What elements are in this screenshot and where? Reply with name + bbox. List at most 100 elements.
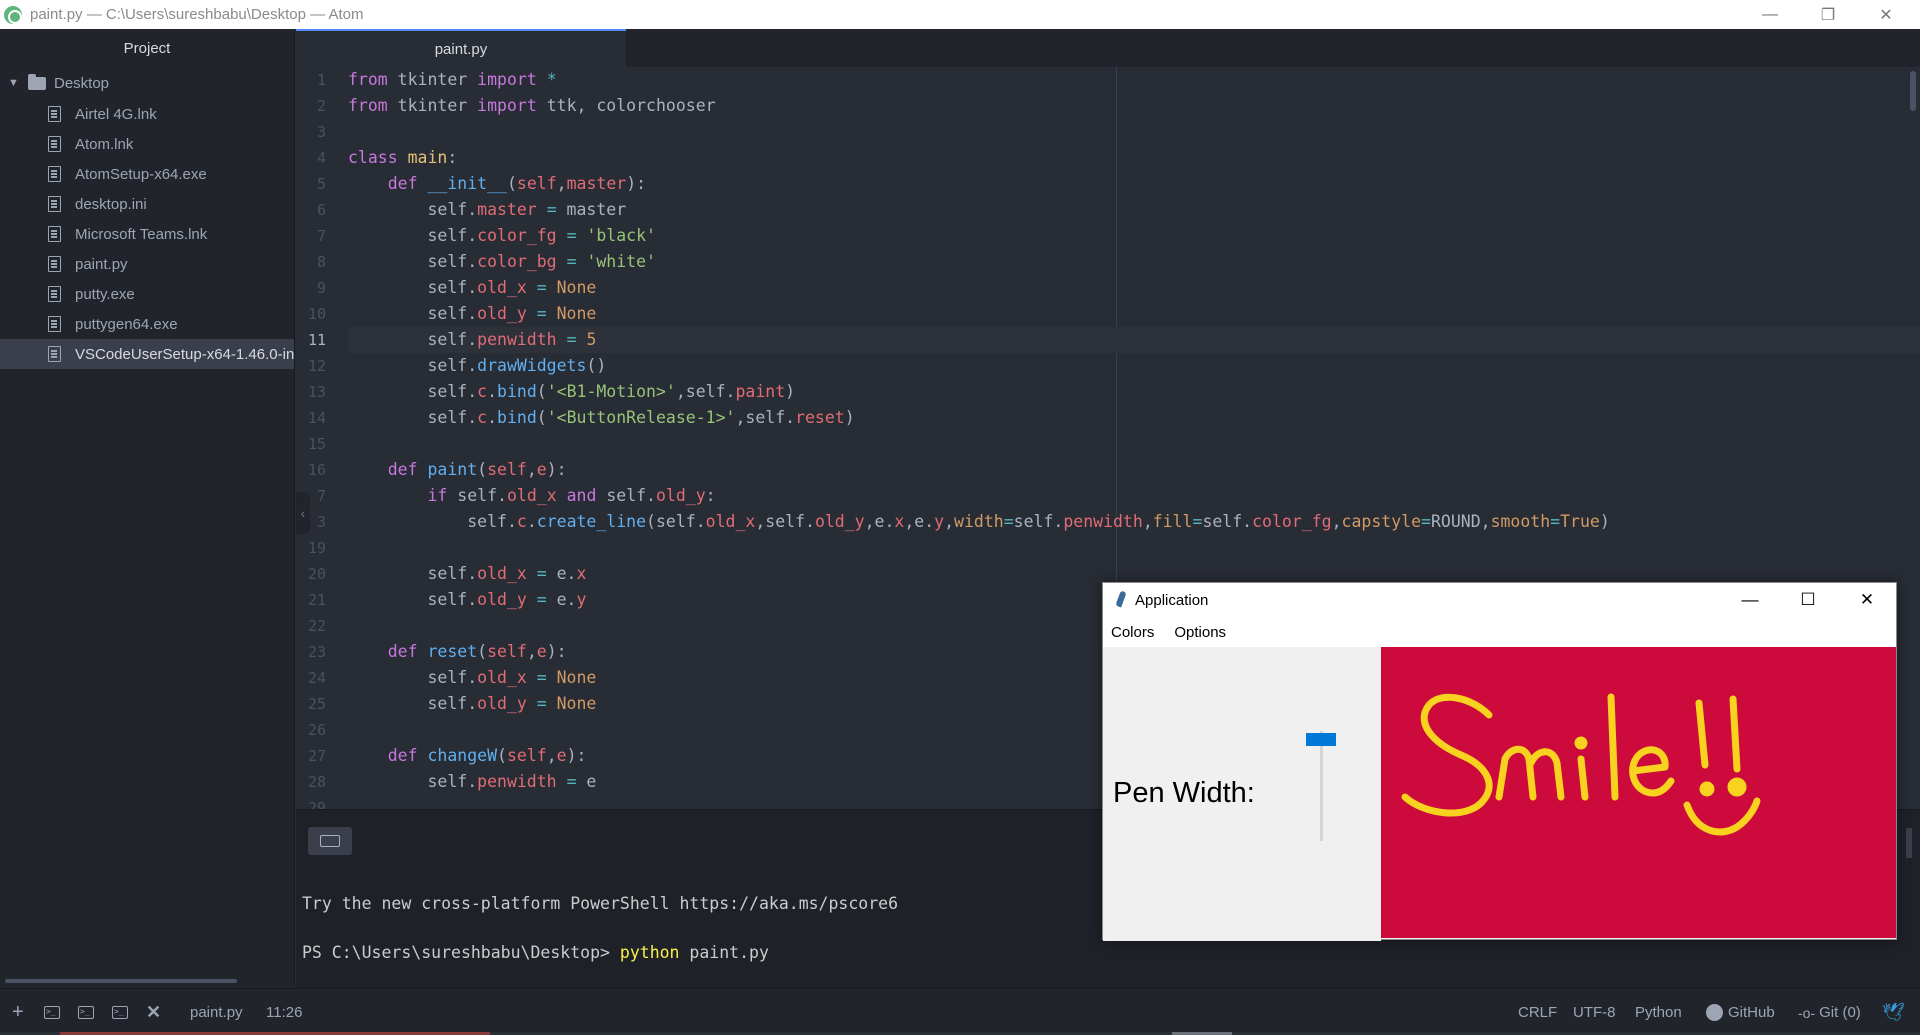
tree-item-label: puttygen64.exe [75,315,178,333]
menu-options[interactable]: Options [1174,624,1226,641]
code-line[interactable] [348,431,1920,457]
status-line-ending[interactable]: CRLF [1518,989,1557,1035]
tree-item[interactable]: paint.py [0,249,294,279]
git-button[interactable]: -o- Git (0) [1798,989,1861,1035]
code-line[interactable]: self.old_y = None [348,301,1920,327]
git-commit-icon: -o- [1798,1004,1816,1021]
editor-scrollbar[interactable] [1910,71,1916,111]
code-line[interactable]: self.color_fg = 'black' [348,223,1920,249]
chevron-down-icon[interactable]: ▼ [8,77,22,89]
code-line[interactable]: self.c.create_line(self.old_x,self.old_y… [348,509,1920,535]
terminal-command: python [619,943,680,962]
code-line[interactable]: def paint(self,e): [348,457,1920,483]
tree-item-label: AtomSetup-x64.exe [75,165,207,183]
code-line[interactable] [348,119,1920,145]
status-encoding[interactable]: UTF-8 [1573,989,1616,1035]
minimize-button[interactable]: — [1741,0,1799,29]
code-line-current[interactable]: self.penwidth = 5 [348,327,1920,353]
status-file-name[interactable]: paint.py [190,989,243,1035]
file-icon [48,136,61,152]
app-minimize-button[interactable]: — [1721,583,1779,617]
line-number: 19 [307,539,326,557]
code-line[interactable] [348,535,1920,561]
twitter-bird-icon: 🕊 [1882,1002,1905,1022]
code-line[interactable]: def __init__(self,master): [348,171,1920,197]
tree-item-label: desktop.ini [75,195,147,213]
git-label: Git (0) [1819,1004,1861,1021]
file-icon [48,286,61,302]
canvas-drawing [1401,693,1761,836]
line-number: 23 [307,643,326,661]
line-number: 27 [307,747,326,765]
file-icon [48,166,61,182]
code-line[interactable]: class main: [348,145,1920,171]
github-icon [1706,1004,1723,1021]
tree-item-label: putty.exe [75,285,135,303]
pen-width-label: Pen Width: [1113,777,1255,809]
terminal-args: paint.py [679,943,769,962]
pen-width-slider-handle[interactable] [1306,733,1336,746]
file-icon [48,256,61,272]
tree-item[interactable]: AtomSetup-x64.exe [0,159,294,189]
terminal-scroll-handle[interactable] [1906,828,1912,858]
restore-button[interactable]: ❐ [1799,0,1857,29]
tk-application-window: Application — ☐ ✕ Colors Options Pen Wid… [1102,582,1897,941]
folder-icon [28,73,46,90]
code-line[interactable]: self.drawWidgets() [348,353,1920,379]
status-grammar[interactable]: Python [1635,989,1682,1035]
terminal-tab-button[interactable]: >_ [78,989,94,1035]
line-number: 29 [307,799,326,809]
code-line[interactable]: self.master = master [348,197,1920,223]
line-number: 21 [307,591,326,609]
collapse-panel-handle[interactable]: ‹ [296,492,310,534]
tree-item-label: VSCodeUserSetup-x64-1.46.0-ins [75,345,294,363]
code-line[interactable]: if self.old_x and self.old_y: [348,483,1920,509]
keyboard-button[interactable] [308,827,352,855]
tree-header[interactable]: Project [0,29,294,67]
status-bar: + >_ >_ >_ ✕ paint.py 11:26 CRLF UTF-8 P… [0,988,1920,1035]
tab-bar: paint.py [296,29,1920,67]
tree-item[interactable]: putty.exe [0,279,294,309]
status-cursor-position[interactable]: 11:26 [266,989,302,1035]
new-terminal-button[interactable]: + [12,989,24,1035]
tree-item-selected[interactable]: VSCodeUserSetup-x64-1.46.0-ins [0,339,294,369]
terminal-icon: >_ [44,1006,60,1019]
close-terminal-button[interactable]: ✕ [146,989,161,1035]
terminal-tab-button[interactable]: >_ [112,989,128,1035]
file-icon [48,226,61,242]
tree-item[interactable]: Airtel 4G.lnk [0,99,294,129]
line-number: 1 [316,71,326,89]
title-bar: paint.py — C:\Users\sureshbabu\Desktop —… [0,0,1920,29]
app-title-bar: Application — ☐ ✕ [1103,583,1896,617]
app-menu-bar: Colors Options [1103,617,1896,647]
line-number: 12 [307,357,326,375]
code-line[interactable]: from tkinter import * [348,67,1920,93]
code-line[interactable]: self.c.bind('<ButtonRelease-1>',self.res… [348,405,1920,431]
terminal-tab-button[interactable]: >_ [44,989,60,1035]
code-line[interactable]: from tkinter import ttk, colorchooser [348,93,1920,119]
tree-root-folder[interactable]: ▼ Desktop [0,67,294,99]
github-button[interactable]: GitHub [1706,989,1775,1035]
app-close-button[interactable]: ✕ [1838,583,1896,617]
notifications-button[interactable]: 🕊 [1882,989,1905,1035]
tree-item[interactable]: Microsoft Teams.lnk [0,219,294,249]
tree-item[interactable]: Atom.lnk [0,129,294,159]
tree-item[interactable]: desktop.ini [0,189,294,219]
close-button[interactable]: ✕ [1857,0,1915,29]
tree-item-label: Microsoft Teams.lnk [75,225,208,243]
project-tree: Project ▼ Desktop Airtel 4G.lnk Atom.lnk… [0,29,295,988]
line-number-current: 11 [307,331,326,349]
tree-item[interactable]: puttygen64.exe [0,309,294,339]
menu-colors[interactable]: Colors [1111,624,1154,641]
line-number: 10 [307,305,326,323]
pen-width-slider[interactable] [1320,731,1323,841]
code-line[interactable]: self.color_bg = 'white' [348,249,1920,275]
tree-scrollbar[interactable] [5,979,237,983]
keyboard-icon [320,835,340,847]
code-line[interactable]: self.old_x = None [348,275,1920,301]
code-line[interactable]: self.c.bind('<B1-Motion>',self.paint) [348,379,1920,405]
drawing-canvas[interactable] [1381,647,1896,938]
line-number: 22 [307,617,326,635]
tab-paint-py[interactable]: paint.py [296,29,626,67]
app-maximize-button[interactable]: ☐ [1779,583,1837,617]
